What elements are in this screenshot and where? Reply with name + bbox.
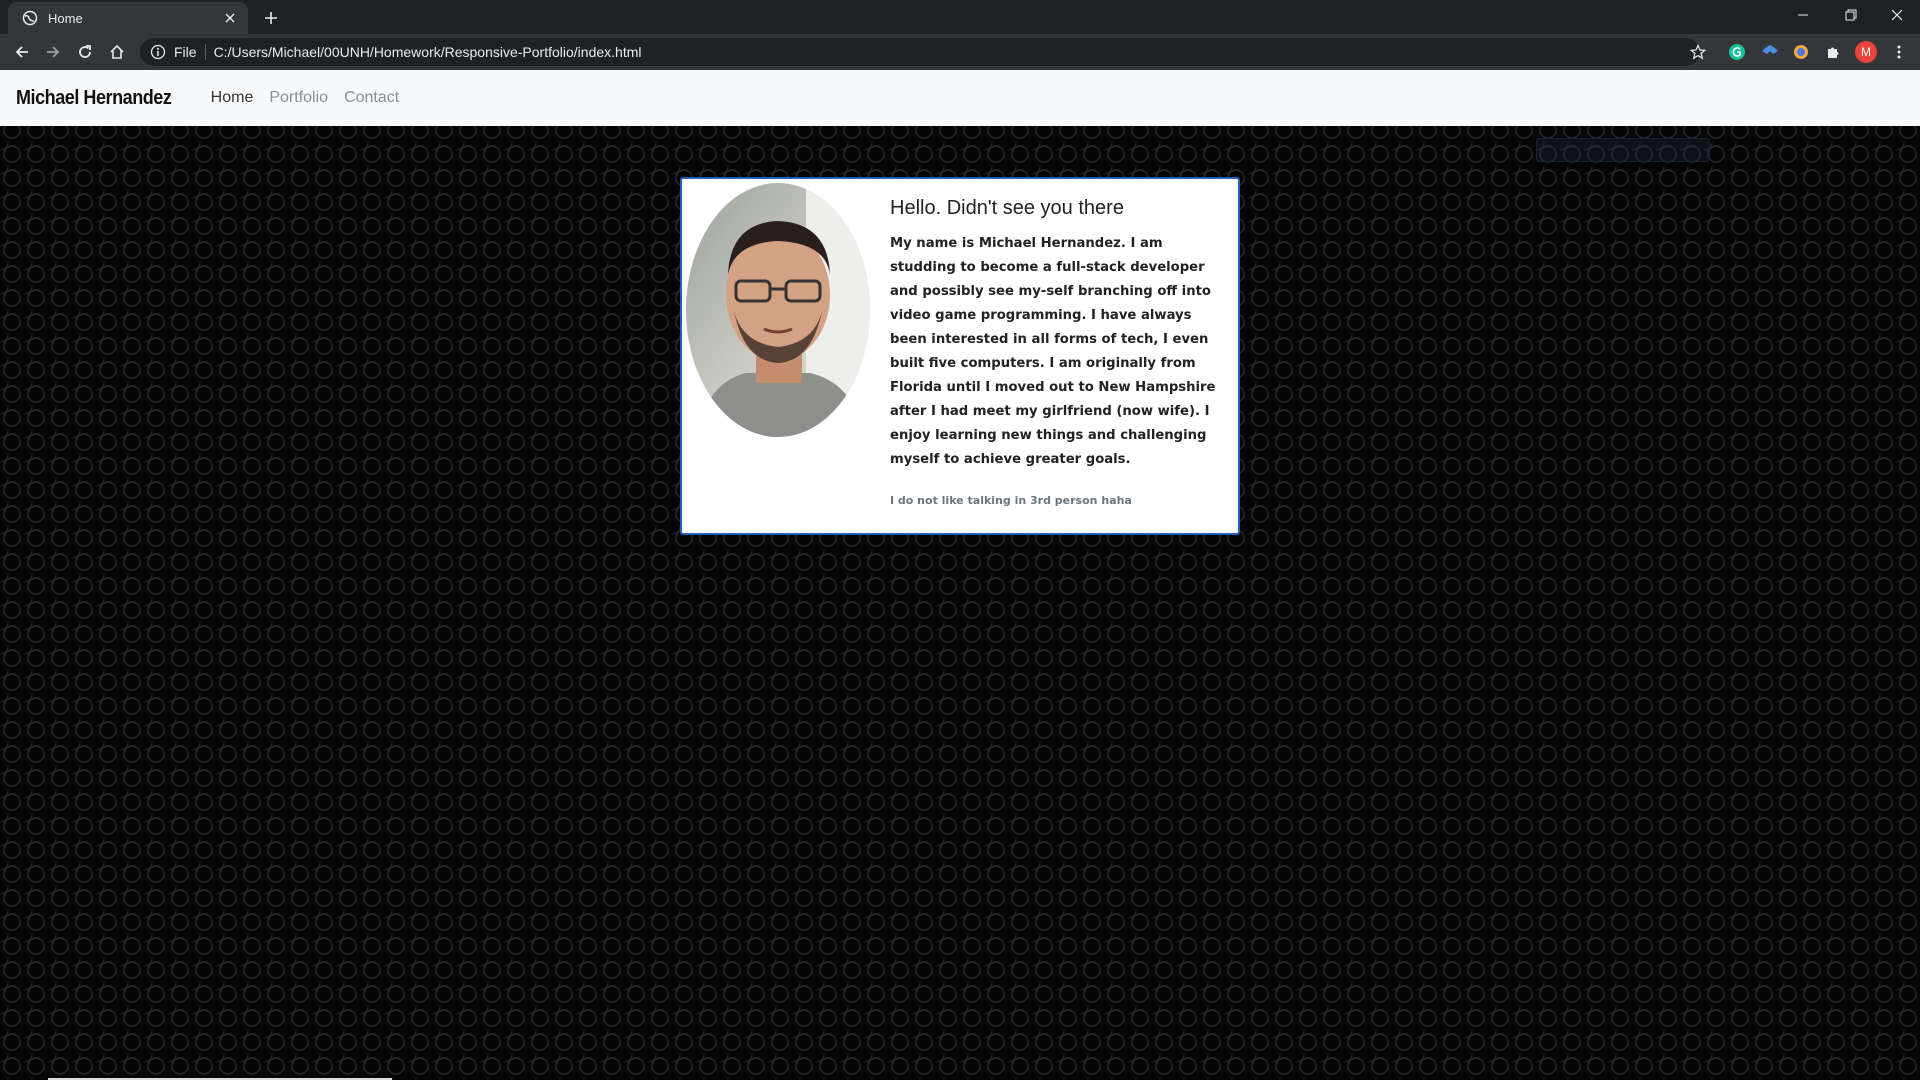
nav-portfolio[interactable]: Portfolio <box>269 89 328 107</box>
address-bar[interactable]: File C:/Users/Michael/00UNH/Homework/Res… <box>140 38 1700 66</box>
nav-home[interactable]: Home <box>211 89 254 107</box>
bookmark-star-icon[interactable] <box>1686 40 1710 64</box>
close-icon[interactable] <box>222 10 238 26</box>
home-button[interactable] <box>105 40 129 64</box>
globe-icon <box>22 10 38 26</box>
page-viewport: Michael Hernandez Home Portfolio Contact <box>0 70 1920 1080</box>
faint-overlay-element <box>1536 138 1710 162</box>
reload-button[interactable] <box>73 40 97 64</box>
profile-avatar[interactable]: M <box>1855 41 1877 63</box>
card-body: Hello. Didn't see you there My name is M… <box>890 197 1222 507</box>
url-text[interactable]: C:/Users/Michael/00UNH/Homework/Responsi… <box>214 44 642 60</box>
colorful-extension-icon[interactable] <box>1790 41 1812 63</box>
divider <box>204 44 206 60</box>
grammar-extension-icon[interactable] <box>1726 41 1748 63</box>
site-brand[interactable]: Michael Hernandez <box>16 87 172 110</box>
tab-title: Home <box>48 10 83 26</box>
info-icon[interactable] <box>150 44 166 60</box>
close-window-button[interactable] <box>1874 0 1920 30</box>
url-scheme: File <box>174 44 197 60</box>
card-title: Hello. Didn't see you there <box>890 197 1124 219</box>
card-text: My name is Michael Hernandez. I am studd… <box>890 236 1216 467</box>
browser-tab[interactable]: Home <box>8 2 248 34</box>
profile-photo <box>686 183 870 437</box>
new-tab-button[interactable] <box>260 7 282 29</box>
card-note: I do not like talking in 3rd person haha <box>890 494 1132 507</box>
browser-toolbar: File C:/Users/Michael/00UNH/Homework/Res… <box>0 34 1920 70</box>
nav-contact[interactable]: Contact <box>344 89 399 107</box>
about-card: Hello. Didn't see you there My name is M… <box>680 177 1240 535</box>
puzzle-extensions-icon[interactable] <box>1822 41 1844 63</box>
site-navbar: Michael Hernandez Home Portfolio Contact <box>0 70 1920 126</box>
back-button[interactable] <box>10 40 34 64</box>
menu-icon[interactable] <box>1888 41 1910 63</box>
minimize-button[interactable] <box>1780 0 1826 30</box>
forward-button[interactable] <box>41 40 65 64</box>
dropbox-extension-icon[interactable] <box>1759 41 1781 63</box>
restore-button[interactable] <box>1828 0 1874 30</box>
browser-tabstrip: Home <box>0 0 1920 34</box>
